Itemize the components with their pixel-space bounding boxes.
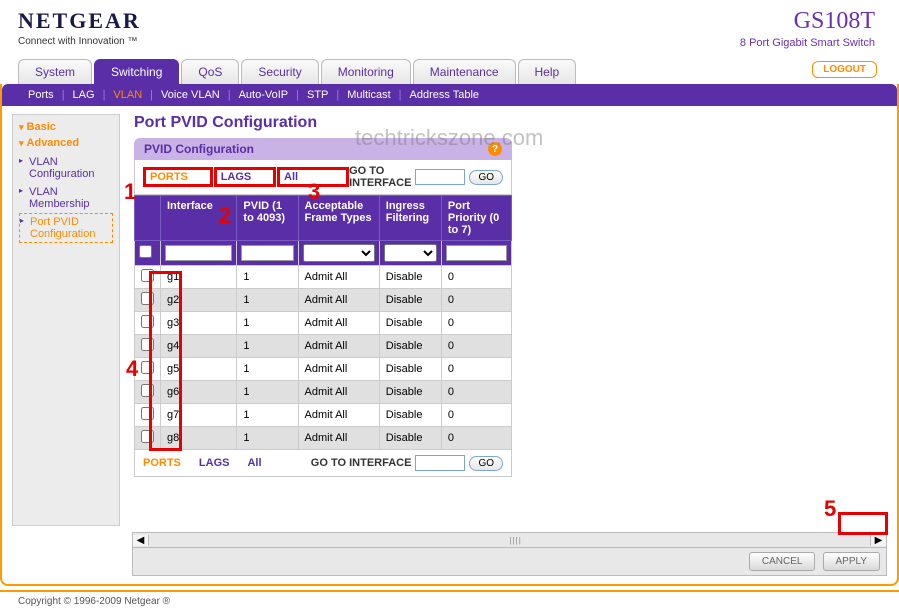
- col-priority: Port Priority (0 to 7): [441, 196, 511, 241]
- filter-ports[interactable]: PORTS: [150, 171, 188, 183]
- tab-maintenance[interactable]: Maintenance: [413, 59, 516, 84]
- tab-system[interactable]: System: [18, 59, 92, 84]
- go-button-bottom[interactable]: GO: [469, 456, 503, 471]
- sidebar-item-vlan-configuration[interactable]: VLAN Configuration: [19, 153, 113, 183]
- filter-pvid[interactable]: [241, 245, 293, 261]
- goto-input[interactable]: [415, 169, 465, 185]
- brand-block: NETGEAR Connect with Innovation ™: [18, 8, 141, 47]
- sidebar: Basic Advanced VLAN Configuration VLAN M…: [12, 114, 120, 526]
- tab-security[interactable]: Security: [241, 59, 318, 84]
- goto-label-bottom: GO TO INTERFACE: [311, 457, 412, 469]
- go-button[interactable]: GO: [469, 170, 503, 185]
- goto-input-bottom[interactable]: [415, 455, 465, 471]
- col-interface: Interface: [161, 196, 237, 241]
- subnav-address-table[interactable]: Address Table: [402, 89, 488, 101]
- brand-tagline: Connect with Innovation ™: [18, 36, 141, 47]
- row-checkbox[interactable]: [141, 384, 154, 397]
- main-tab-row: System Switching QoS Security Monitoring…: [0, 59, 899, 84]
- row-checkbox[interactable]: [141, 407, 154, 420]
- tab-monitoring[interactable]: Monitoring: [321, 59, 411, 84]
- table-row: g31Admit AllDisable0: [135, 312, 512, 335]
- subnav-ports[interactable]: Ports: [20, 89, 62, 101]
- subnav-multicast[interactable]: Multicast: [339, 89, 398, 101]
- brand-logo: NETGEAR: [18, 8, 141, 34]
- apply-button[interactable]: APPLY: [823, 552, 881, 571]
- table-row: g21Admit AllDisable0: [135, 289, 512, 312]
- subnav-stp[interactable]: STP: [299, 89, 336, 101]
- tab-qos[interactable]: QoS: [181, 59, 239, 84]
- row-checkbox[interactable]: [141, 338, 154, 351]
- page-title: Port PVID Configuration: [134, 114, 887, 132]
- subnav-lag[interactable]: LAG: [65, 89, 103, 101]
- action-bar: CANCEL APPLY: [132, 548, 887, 576]
- table-row: g71Admit AllDisable0: [135, 404, 512, 427]
- table-row: g81Admit AllDisable0: [135, 427, 512, 450]
- filter-lags-bottom[interactable]: LAGS: [199, 457, 230, 469]
- filter-ports-bottom[interactable]: PORTS: [143, 457, 181, 469]
- logout-button[interactable]: LOGOUT: [812, 61, 877, 78]
- main-panel: Port PVID Configuration PVID Configurati…: [120, 114, 887, 526]
- col-pvid: PVID (1 to 4093): [237, 196, 298, 241]
- sidebar-item-vlan-membership[interactable]: VLAN Membership: [19, 183, 113, 213]
- horizontal-scrollbar[interactable]: ◀ |||| ▶: [132, 532, 887, 548]
- help-icon[interactable]: ?: [488, 142, 502, 156]
- sidebar-item-port-pvid[interactable]: Port PVID Configuration: [19, 213, 113, 243]
- tab-switching[interactable]: Switching: [94, 59, 179, 84]
- row-checkbox[interactable]: [141, 430, 154, 443]
- device-model: GS108T: [740, 8, 875, 35]
- col-checkbox: [135, 196, 161, 241]
- pvid-table: Interface PVID (1 to 4093) Acceptable Fr…: [134, 195, 512, 450]
- row-checkbox[interactable]: [141, 292, 154, 305]
- filter-row: [135, 241, 512, 266]
- row-checkbox[interactable]: [141, 269, 154, 282]
- filter-priority[interactable]: [446, 245, 507, 261]
- sidebar-section-basic[interactable]: Basic: [19, 121, 113, 133]
- panel-title: PVID Configuration: [144, 142, 254, 156]
- filter-all-bottom[interactable]: All: [247, 457, 261, 469]
- tab-help[interactable]: Help: [518, 59, 577, 84]
- table-row: g51Admit AllDisable0: [135, 358, 512, 381]
- col-frame-types: Acceptable Frame Types: [298, 196, 379, 241]
- table-row: g11Admit AllDisable0: [135, 266, 512, 289]
- subnav-voice-vlan[interactable]: Voice VLAN: [153, 89, 228, 101]
- scroll-left-arrow[interactable]: ◀: [133, 535, 149, 546]
- filter-lags[interactable]: LAGS: [221, 171, 252, 183]
- filter-frame-select[interactable]: [303, 244, 375, 262]
- sub-nav: Ports| LAG| VLAN| Voice VLAN| Auto-VoIP|…: [2, 84, 897, 106]
- table-row: g41Admit AllDisable0: [135, 335, 512, 358]
- filter-ingress-select[interactable]: [384, 244, 437, 262]
- subnav-vlan[interactable]: VLAN: [105, 89, 150, 101]
- filter-bar-bottom: PORTS LAGS All GO TO INTERFACE GO: [134, 450, 512, 477]
- row-checkbox[interactable]: [141, 315, 154, 328]
- filter-bar-top: PORTS LAGS All GO TO INTERFACE GO: [134, 160, 512, 195]
- scroll-right-arrow[interactable]: ▶: [870, 535, 886, 546]
- col-ingress: Ingress Filtering: [379, 196, 441, 241]
- row-checkbox[interactable]: [141, 361, 154, 374]
- device-block: GS108T 8 Port Gigabit Smart Switch: [740, 8, 875, 49]
- table-row: g61Admit AllDisable0: [135, 381, 512, 404]
- cancel-button[interactable]: CANCEL: [749, 552, 816, 571]
- scroll-grip: ||||: [510, 536, 522, 545]
- footer-copyright: Copyright © 1996-2009 Netgear ®: [0, 590, 899, 611]
- select-all-checkbox[interactable]: [139, 245, 152, 258]
- sidebar-section-advanced[interactable]: Advanced: [19, 137, 113, 149]
- goto-label: GO TO INTERFACE: [349, 165, 411, 189]
- panel-header: PVID Configuration ?: [134, 138, 512, 160]
- subnav-auto-voip[interactable]: Auto-VoIP: [231, 89, 297, 101]
- device-description: 8 Port Gigabit Smart Switch: [740, 37, 875, 49]
- filter-interface[interactable]: [165, 245, 232, 261]
- filter-all[interactable]: All: [284, 171, 298, 183]
